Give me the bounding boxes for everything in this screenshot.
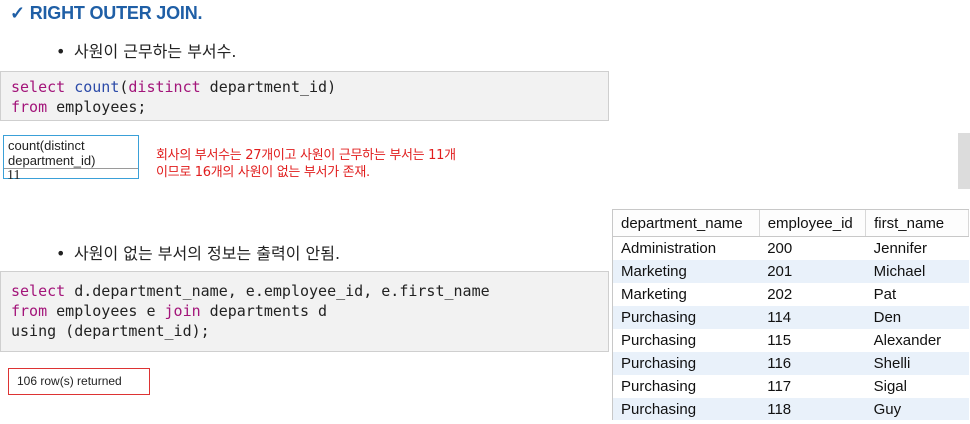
keyword-from: from bbox=[11, 98, 48, 116]
keyword-from: from bbox=[11, 302, 48, 320]
code-text: departments d bbox=[200, 302, 328, 320]
cell-employee-id: 118 bbox=[759, 398, 866, 420]
table-header-row: department_name employee_id first_name bbox=[613, 210, 969, 237]
count-result-grid: count(distinct department_id) 11 bbox=[3, 135, 139, 183]
result-table: department_name employee_id first_name A… bbox=[613, 210, 969, 420]
cell-department-name: Purchasing bbox=[621, 378, 697, 395]
table-row[interactable]: Marketing 202 Pat bbox=[613, 283, 969, 306]
table-row[interactable]: Purchasing 118 Guy bbox=[613, 398, 969, 420]
cell-employee-id: 116 bbox=[759, 352, 866, 375]
keyword-select: select bbox=[11, 282, 66, 300]
join-result-grid[interactable]: department_name employee_id first_name A… bbox=[612, 209, 969, 420]
table-row[interactable]: Purchasing 116 Shelli bbox=[613, 352, 969, 375]
cell-first-name: Shelli bbox=[865, 352, 969, 375]
cell-employee-id: 200 bbox=[767, 240, 793, 257]
table-row[interactable]: Administration 200 Jennifer bbox=[613, 237, 969, 261]
column-header-department-name[interactable]: department_name bbox=[613, 210, 760, 237]
cell-first-name: Pat bbox=[873, 286, 897, 303]
cell-employee-id: 114 bbox=[759, 306, 866, 329]
bullet-text: 사원이 없는 부서의 정보는 출력이 안됨. bbox=[74, 244, 341, 263]
code-block-join-query: select d.department_name, e.employee_id,… bbox=[0, 271, 609, 352]
code-text: department_id) bbox=[200, 78, 337, 96]
bullet-item-missing-departments: • 사원이 없는 부서의 정보는 출력이 안됨. bbox=[56, 240, 340, 264]
table-row[interactable]: Purchasing 117 Sigal bbox=[613, 375, 969, 398]
count-result-value: 11 bbox=[7, 168, 21, 183]
cell-department-name: Purchasing bbox=[613, 306, 760, 329]
cell-department-name: Purchasing bbox=[621, 332, 697, 349]
cell-first-name: Michael bbox=[865, 260, 969, 283]
cell-department-name: Marketing bbox=[613, 260, 760, 283]
table-row[interactable]: Purchasing 114 Den bbox=[613, 306, 969, 329]
check-icon: ✓ bbox=[10, 3, 25, 23]
function-count: count bbox=[74, 78, 120, 96]
table-row[interactable]: Purchasing 115 Alexander bbox=[613, 329, 969, 352]
rows-returned-status: 106 row(s) returned bbox=[8, 368, 150, 395]
cell-department-name: Administration bbox=[621, 240, 717, 257]
bullet-icon: • bbox=[56, 42, 66, 61]
cell-employee-id: 201 bbox=[759, 260, 866, 283]
cell-department-name: Purchasing bbox=[613, 352, 760, 375]
code-text: employees; bbox=[47, 98, 147, 116]
code-text: using (department_id); bbox=[11, 322, 210, 340]
cell-first-name: Guy bbox=[865, 398, 969, 420]
code-text: d.department_name, e.employee_id, e.firs… bbox=[65, 282, 490, 300]
cell-employee-id: 115 bbox=[767, 332, 792, 349]
column-header-employee-id[interactable]: employee_id bbox=[759, 210, 867, 237]
heading-text: RIGHT OUTER JOIN. bbox=[29, 3, 203, 23]
cell-first-name: Sigal bbox=[873, 378, 907, 395]
keyword-distinct: distinct bbox=[128, 78, 201, 96]
cell-department-name: Purchasing bbox=[613, 398, 760, 420]
bullet-item-department-count: • 사원이 근무하는 부서수. bbox=[56, 38, 236, 62]
count-result-header: count(distinct department_id) bbox=[4, 136, 138, 169]
table-row[interactable]: Marketing 201 Michael bbox=[613, 260, 969, 283]
cell-employee-id: 117 bbox=[767, 378, 792, 395]
bullet-text: 사원이 근무하는 부서수. bbox=[74, 42, 237, 61]
bullet-icon: • bbox=[56, 244, 66, 263]
cell-employee-id: 202 bbox=[767, 286, 793, 303]
section-heading: ✓ RIGHT OUTER JOIN. bbox=[10, 3, 203, 24]
annotation-note: 회사의 부서수는 27개이고 사원이 근무하는 부서는 11개 이므로 16개의… bbox=[156, 148, 456, 180]
code-block-count-query: select count(distinct department_id) fro… bbox=[0, 71, 609, 121]
keyword-select: select bbox=[11, 78, 66, 96]
cell-first-name: Den bbox=[865, 306, 969, 329]
side-tab-marker bbox=[958, 133, 970, 189]
cell-first-name: Alexander bbox=[873, 332, 942, 349]
keyword-join: join bbox=[164, 302, 201, 320]
cell-department-name: Marketing bbox=[621, 286, 687, 303]
column-header-first-name[interactable]: first_name bbox=[865, 210, 969, 237]
code-text: employees e bbox=[47, 302, 165, 320]
cell-first-name: Jennifer bbox=[873, 240, 927, 257]
